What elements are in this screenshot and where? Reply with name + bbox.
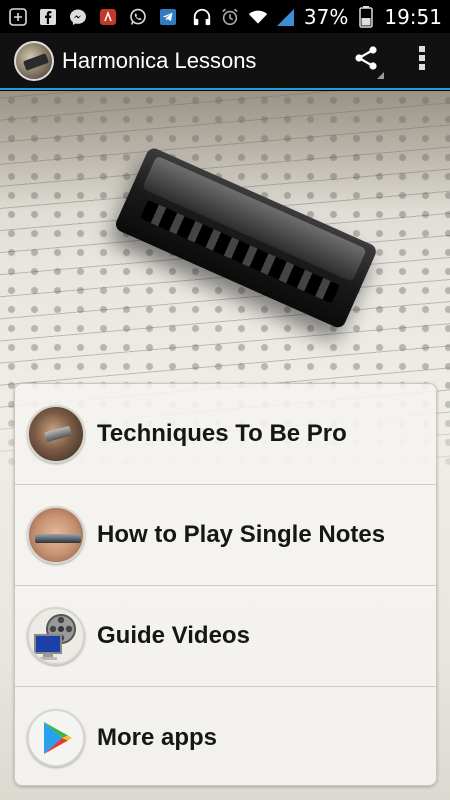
- facebook-icon: [38, 7, 58, 27]
- app-logo[interactable]: [14, 40, 54, 81]
- menu-item-techniques[interactable]: Techniques To Be Pro: [15, 384, 436, 485]
- menu-item-more-apps[interactable]: More apps: [15, 687, 436, 785]
- app-notification-icon: [98, 7, 118, 27]
- menu-item-label: How to Play Single Notes: [97, 521, 386, 548]
- menu-item-single-notes[interactable]: How to Play Single Notes: [15, 485, 436, 586]
- headphones-icon: [192, 7, 212, 27]
- menu-item-guide-videos[interactable]: Guide Videos: [15, 586, 436, 687]
- overflow-menu-button[interactable]: [394, 33, 450, 89]
- main-menu: Techniques To Be Pro How to Play Single …: [14, 383, 437, 786]
- overflow-menu-icon: [418, 44, 426, 77]
- wifi-icon: [248, 7, 268, 27]
- add-box-icon: [8, 7, 28, 27]
- battery-percent: 37%: [303, 4, 349, 29]
- film-reel-computer-icon: [27, 607, 85, 665]
- messenger-icon: [68, 7, 88, 27]
- menu-item-label: More apps: [97, 723, 218, 751]
- notification-icons: [8, 7, 192, 27]
- battery-icon: [356, 5, 376, 28]
- share-icon: [352, 44, 380, 77]
- action-bar: Harmonica Lessons: [0, 33, 450, 90]
- signal-icon: [276, 7, 296, 27]
- harmonica-player-icon: [27, 405, 85, 463]
- menu-item-label: Guide Videos: [97, 622, 250, 649]
- telegram-icon: [158, 7, 178, 27]
- status-bar: 37% 19:51: [0, 0, 450, 33]
- share-dropdown-indicator: [377, 71, 384, 79]
- menu-item-label: Techniques To Be Pro: [97, 420, 347, 447]
- clock: 19:51: [384, 4, 442, 29]
- alarm-icon: [220, 7, 240, 27]
- app-title: Harmonica Lessons: [62, 47, 257, 73]
- system-icons: 37% 19:51: [192, 5, 442, 29]
- play-store-icon: [27, 708, 85, 767]
- share-button[interactable]: [338, 33, 394, 89]
- harmonica-hands-icon: [27, 506, 85, 564]
- whatsapp-icon: [128, 7, 148, 27]
